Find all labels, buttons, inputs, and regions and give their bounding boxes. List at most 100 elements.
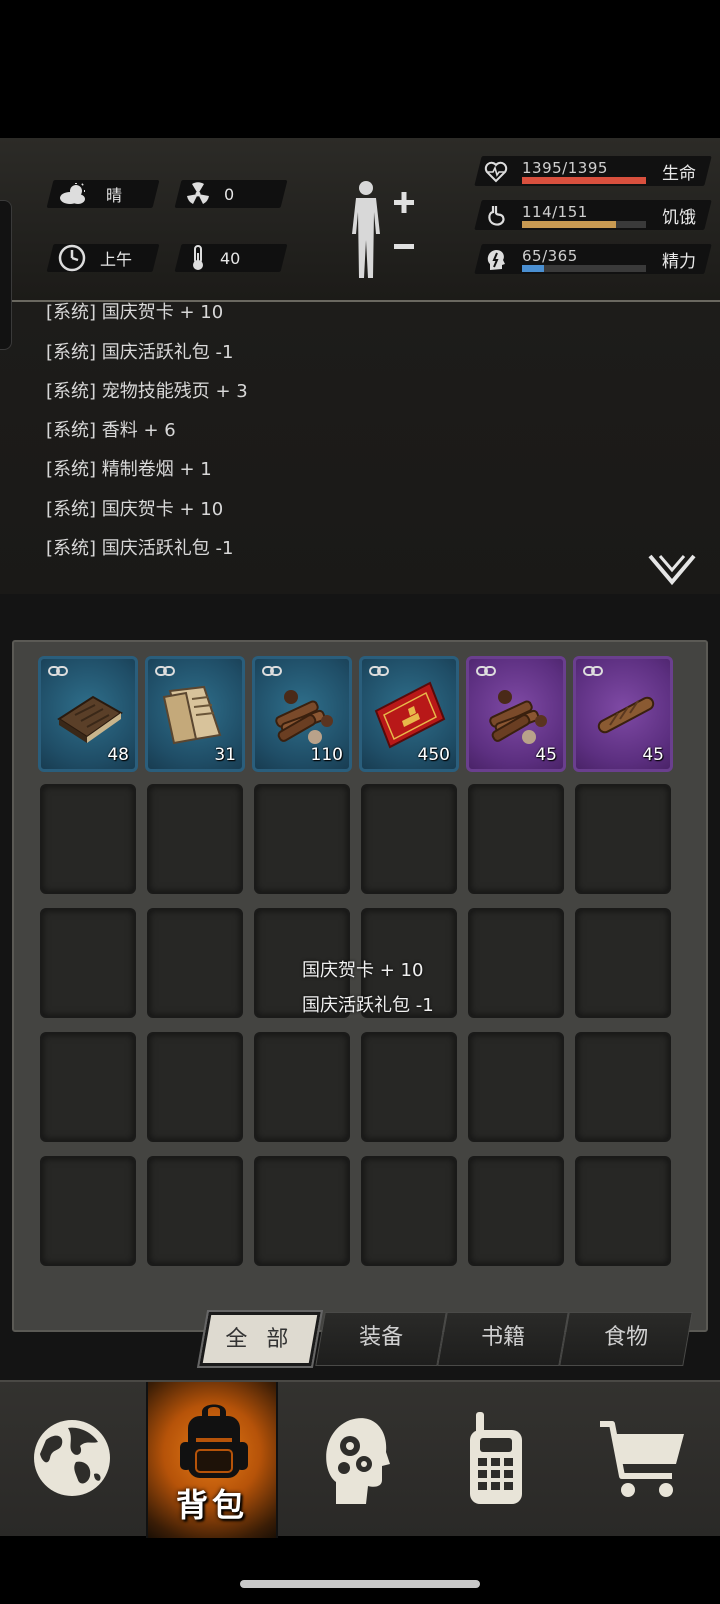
walkie-talkie-icon	[470, 1412, 522, 1504]
backpack-icon	[180, 1404, 248, 1478]
cloud-sun-icon	[60, 183, 85, 204]
spice-bundle-icon	[489, 690, 547, 744]
empty-inventory-slot[interactable]	[254, 1032, 350, 1142]
empty-inventory-slot[interactable]	[468, 908, 564, 1018]
minus-icon	[394, 244, 414, 249]
empty-inventory-slot[interactable]	[40, 1032, 136, 1142]
tab-food[interactable]: 食物	[559, 1312, 693, 1366]
nav-skills[interactable]	[278, 1382, 428, 1538]
empty-inventory-slot[interactable]	[468, 784, 564, 894]
bottom-nav: 背包	[0, 1380, 720, 1538]
item-count: 45	[642, 745, 664, 765]
stomach-icon	[488, 206, 505, 226]
health-label: 生命	[662, 164, 696, 184]
nav-backpack[interactable]: 背包	[146, 1382, 278, 1538]
radiation-icon	[187, 182, 209, 204]
energy-label: 精力	[662, 252, 696, 272]
body-status-figure[interactable]	[348, 178, 418, 282]
empty-inventory-slot[interactable]	[468, 1156, 564, 1266]
empty-inventory-slot[interactable]	[147, 908, 243, 1018]
empty-inventory-slot[interactable]	[40, 1156, 136, 1266]
hunger-bar	[522, 221, 616, 228]
empty-inventory-slot[interactable]	[40, 784, 136, 894]
empty-inventory-slot[interactable]	[40, 908, 136, 1018]
globe-icon	[34, 1420, 110, 1496]
empty-inventory-slot[interactable]	[575, 1156, 671, 1266]
brain-head-icon	[326, 1418, 390, 1504]
side-drawer-handle[interactable]	[0, 200, 12, 350]
stat-health: 1395/1395 生命	[474, 156, 712, 186]
nav-world[interactable]	[0, 1382, 146, 1538]
empty-inventory-slot[interactable]	[575, 784, 671, 894]
log-line: [系统] 国庆活跃礼包 -1	[46, 538, 234, 559]
spice-bundle-icon	[275, 690, 333, 744]
link-icon	[48, 666, 68, 676]
item-count: 31	[214, 745, 236, 765]
empty-inventory-slot[interactable]	[254, 784, 350, 894]
link-icon	[476, 666, 496, 676]
empty-inventory-slot[interactable]	[361, 1032, 457, 1142]
nav-backpack-label: 背包	[175, 1486, 248, 1524]
hunger-value: 114/151	[522, 203, 588, 221]
shopping-cart-icon	[600, 1421, 684, 1497]
inventory-item-spice-rare[interactable]: 45	[466, 656, 566, 772]
weather-text: 晴	[106, 186, 123, 205]
empty-inventory-slot[interactable]	[361, 1156, 457, 1266]
item-count: 450	[417, 745, 450, 765]
link-icon	[262, 666, 282, 676]
inventory-item-cigarette[interactable]: 45	[573, 656, 673, 772]
log-line: [系统] 精制卷烟 + 1	[46, 459, 212, 480]
log-line: [系统] 国庆活跃礼包 -1	[46, 342, 234, 363]
link-icon	[583, 666, 603, 676]
empty-inventory-slot[interactable]	[575, 1032, 671, 1142]
item-count: 48	[107, 745, 129, 765]
cigarette-icon	[597, 696, 655, 734]
inventory-area: 48 31 110 450 45 45 国庆贺卡 + 10 国庆活跃礼包 -1	[0, 594, 720, 1380]
item-count: 45	[535, 745, 557, 765]
nav-shop[interactable]	[568, 1382, 720, 1538]
empty-inventory-slot[interactable]	[147, 1156, 243, 1266]
nav-radio[interactable]	[428, 1382, 568, 1538]
energy-value: 65/365	[522, 247, 578, 265]
stat-hunger: 114/151 饥饿	[474, 200, 712, 230]
radiation-value: 0	[224, 184, 235, 204]
empty-inventory-slot[interactable]	[361, 784, 457, 894]
tab-all[interactable]: 全 部	[197, 1310, 323, 1368]
energy-bar	[522, 265, 545, 272]
gesture-bar[interactable]	[240, 1580, 480, 1588]
time-chip: 上午	[46, 244, 160, 272]
inventory-item-spice[interactable]: 110	[252, 656, 352, 772]
health-value: 1395/1395	[522, 159, 608, 177]
health-bar	[522, 177, 646, 184]
log-line: [系统] 国庆贺卡 + 10	[46, 499, 224, 520]
inventory-item-book[interactable]: 48	[38, 656, 138, 772]
link-icon	[369, 666, 389, 676]
toast-message: 国庆贺卡 + 10	[302, 960, 424, 981]
inventory-grid: 48 31 110 450 45 45 国庆贺卡 + 10 国庆活跃礼包 -1	[12, 640, 708, 1332]
log-line: [系统] 国庆贺卡 + 10	[46, 302, 224, 323]
hunger-label: 饥饿	[662, 208, 696, 228]
weather-chip: 晴	[46, 180, 160, 208]
log-line: [系统] 香料 + 6	[46, 420, 176, 441]
empty-inventory-slot[interactable]	[575, 908, 671, 1018]
empty-inventory-slot[interactable]	[254, 1156, 350, 1266]
empty-inventory-slot[interactable]	[147, 784, 243, 894]
tab-books[interactable]: 书籍	[437, 1312, 569, 1366]
empty-inventory-slot[interactable]	[147, 1032, 243, 1142]
empty-inventory-slot[interactable]	[468, 1032, 564, 1142]
collapse-chevron-icon[interactable]	[648, 552, 696, 588]
item-count: 110	[310, 745, 343, 765]
temperature-chip: 40	[174, 244, 288, 272]
message-log[interactable]: [系统] 国庆贺卡 + 10 [系统] 国庆活跃礼包 -1 [系统] 宠物技能残…	[0, 302, 720, 594]
tab-equipment[interactable]: 装备	[315, 1312, 447, 1366]
link-icon	[155, 666, 175, 676]
head-energy-icon	[487, 250, 505, 270]
radiation-chip: 0	[174, 180, 288, 208]
inventory-item-scroll[interactable]: 31	[145, 656, 245, 772]
stat-energy: 65/365 精力	[474, 244, 712, 274]
inventory-item-greeting-card[interactable]: 450	[359, 656, 459, 772]
book-icon	[57, 695, 123, 743]
heart-pulse-icon	[484, 161, 508, 183]
clock-icon	[58, 244, 86, 272]
toast-message: 国庆活跃礼包 -1	[302, 995, 434, 1016]
